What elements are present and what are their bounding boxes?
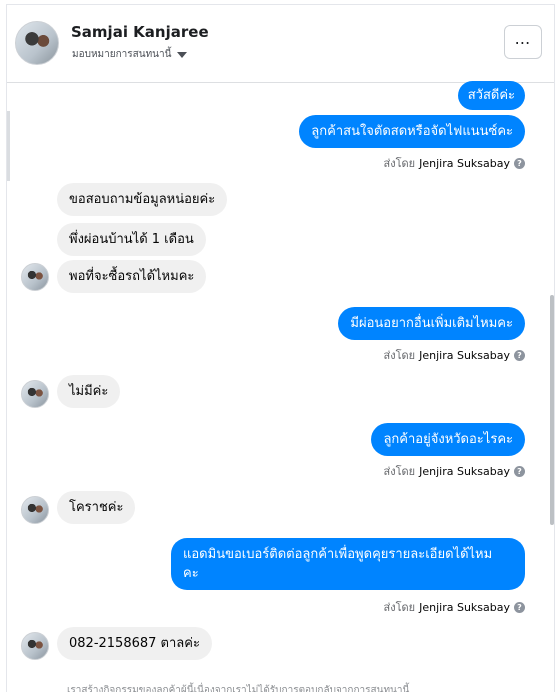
message-incoming: พอที่จะซื้อรถได้ไหมคะ: [57, 260, 207, 293]
question-icon[interactable]: ?: [514, 349, 525, 361]
contact-avatar: [21, 263, 49, 291]
message-line: คะ: [183, 566, 199, 581]
sender-name: Jenjira Suksabay: [419, 156, 510, 170]
sender-name: Jenjira Suksabay: [419, 348, 510, 362]
message-line: แอดมินขอเบอร์ติดต่อลูกค้าเพื่อพูดคุยรายล…: [183, 547, 493, 562]
scrollbar-thumb[interactable]: [550, 295, 554, 525]
sent-by-label: ส่งโดย Jenjira Suksabay ?: [384, 154, 525, 172]
message-outgoing: ลูกค้าอยู่จังหวัดอะไรคะ: [371, 423, 525, 456]
contact-avatar[interactable]: [15, 21, 59, 65]
question-icon[interactable]: ?: [514, 465, 525, 477]
left-scroll-indicator: [7, 111, 10, 181]
sent-by-label: ส่งโดย Jenjira Suksabay ?: [384, 598, 525, 616]
sent-by-prefix: ส่งโดย: [383, 349, 416, 362]
message-incoming: 082-2158687 ตาลค่ะ: [57, 627, 212, 660]
conversation-footer-note: เราสร้างกิจกรรมของลูกค้าผู้นี้เนื่องจากเ…: [67, 685, 410, 692]
message-incoming: ขอสอบถามข้อมูลหน่อยค่ะ: [57, 183, 228, 216]
sent-by-prefix: ส่งโดย: [383, 601, 416, 614]
message-outgoing: สวัสดีค่ะ: [457, 81, 525, 110]
contact-name[interactable]: Samjai Kanjaree: [71, 23, 209, 41]
assign-conversation-dropdown[interactable]: มอบหมายการสนทนานี้: [72, 47, 188, 62]
question-icon[interactable]: ?: [514, 601, 525, 613]
sent-by-prefix: ส่งโดย: [383, 157, 416, 170]
sent-by-label: ส่งโดย Jenjira Suksabay ?: [384, 346, 525, 364]
contact-avatar: [21, 380, 49, 408]
message-outgoing: แอดมินขอเบอร์ติดต่อลูกค้าเพื่อพูดคุยรายล…: [171, 538, 525, 590]
contact-avatar: [21, 632, 49, 660]
caret-down-icon: [177, 51, 188, 58]
more-options-button[interactable]: ⋯: [504, 25, 542, 59]
message-incoming: พึ่งผ่อนบ้านได้ 1 เดือน: [57, 223, 206, 256]
conversation-panel: Samjai Kanjaree มอบหมายการสนทนานี้ ⋯ สวั…: [6, 4, 555, 692]
contact-avatar: [21, 496, 49, 524]
sender-name: Jenjira Suksabay: [419, 464, 510, 478]
message-outgoing: มีผ่อนอยากอื่นเพิ่มเติมไหมคะ: [338, 307, 525, 340]
message-incoming: โคราชค่ะ: [57, 491, 136, 524]
conversation-header: Samjai Kanjaree มอบหมายการสนทนานี้ ⋯: [7, 5, 554, 83]
message-incoming: ไม่มีค่ะ: [57, 375, 121, 408]
message-outgoing: ลูกค้าสนใจตัดสดหรือจัดไฟแนนซ์คะ: [299, 115, 525, 148]
sent-by-label: ส่งโดย Jenjira Suksabay ?: [384, 462, 525, 480]
sender-name: Jenjira Suksabay: [419, 600, 510, 614]
question-icon[interactable]: ?: [514, 157, 525, 169]
more-options-icon: ⋯: [514, 32, 532, 52]
sent-by-prefix: ส่งโดย: [383, 465, 416, 478]
assign-label: มอบหมายการสนทนานี้: [72, 49, 172, 60]
